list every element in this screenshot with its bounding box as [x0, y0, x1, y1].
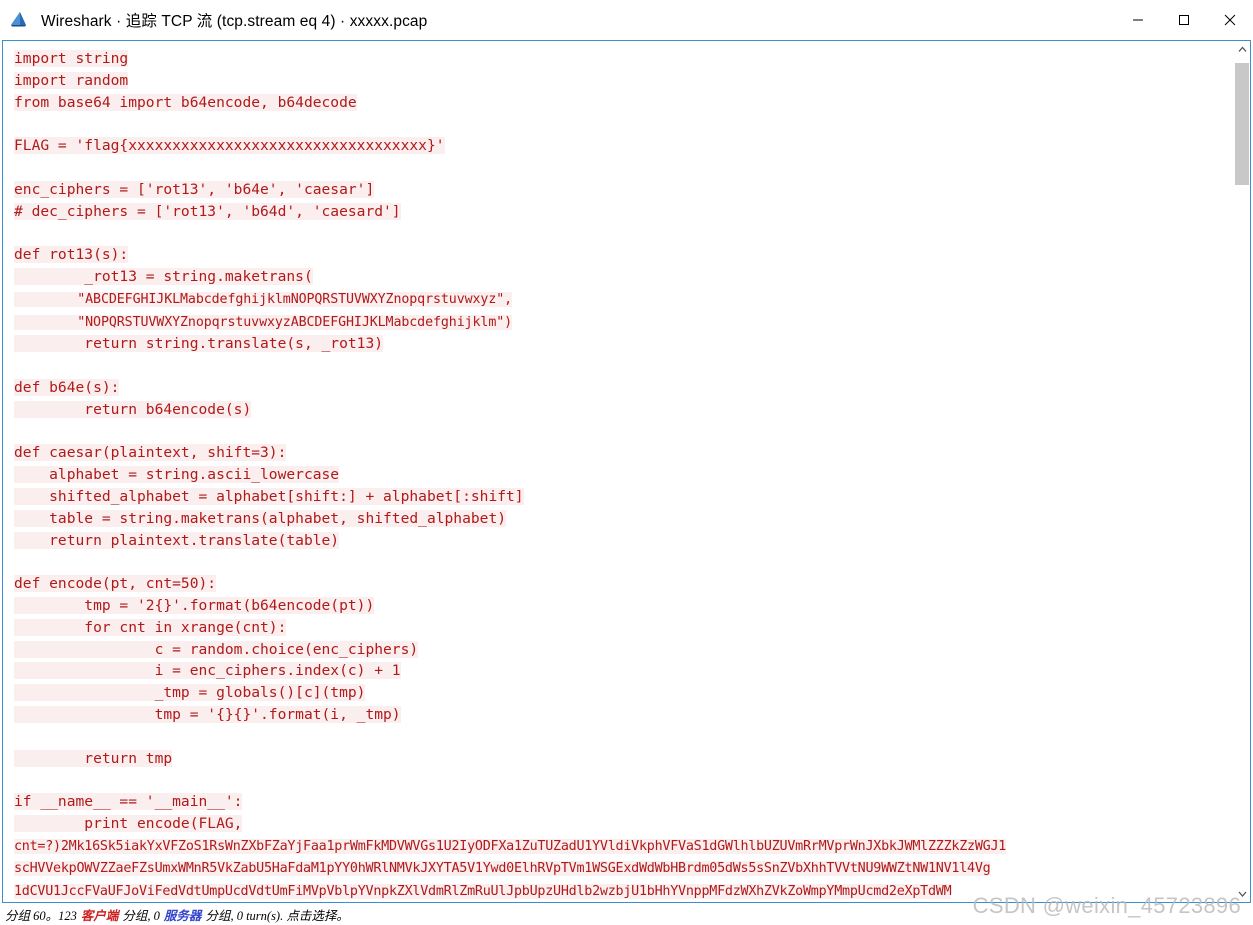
code-line: 1dCVU1JccFVaUFJoViFedVdtUmpUcdVdtUmFiMVp…: [14, 884, 952, 900]
stream-code-text[interactable]: import string import random from base64 …: [14, 48, 1233, 902]
code-line: def b64e(s):: [14, 378, 120, 396]
code-line: return tmp: [14, 749, 173, 767]
code-line: return b64encode(s): [14, 400, 252, 418]
wireshark-logo-icon: [9, 9, 31, 31]
title-bar: Wireshark · 追踪 TCP 流 (tcp.stream eq 4) ·…: [0, 0, 1253, 40]
code-line: if __name__ == '__main__':: [14, 793, 243, 811]
code-line: cnt=?)2Mk16Sk5iakYxVFZoS1RsWnZXbFZaYjFaa…: [14, 838, 1007, 854]
code-line: def rot13(s):: [14, 246, 129, 264]
code-line: def caesar(plaintext, shift=3):: [14, 444, 287, 462]
code-line: tmp = '{}{}'.format(i, _tmp): [14, 705, 401, 723]
wireshark-follow-stream-window: Wireshark · 追踪 TCP 流 (tcp.stream eq 4) ·…: [0, 0, 1253, 925]
status-client-packets: 分组, 0: [122, 908, 160, 923]
code-line: return string.translate(s, _rot13): [14, 335, 384, 353]
status-client-label: 客户端: [80, 908, 119, 923]
code-line: # dec_ciphers = ['rot13', 'b64d', 'caesa…: [14, 202, 401, 220]
status-server-label: 服务器: [163, 908, 202, 923]
code-line: tmp = '2{}'.format(b64encode(pt)): [14, 596, 375, 614]
minimize-button[interactable]: [1115, 0, 1161, 40]
content-area: import string import random from base64 …: [0, 40, 1253, 903]
scroll-down-arrow-icon[interactable]: [1234, 885, 1251, 902]
scroll-up-arrow-icon[interactable]: [1234, 41, 1251, 58]
code-line: "NOPQRSTUVWXYZnopqrstuvwxyzABCDEFGHIJKLM…: [14, 314, 513, 330]
status-packets-total: 分组 60。123: [5, 908, 77, 923]
stream-text-pane[interactable]: import string import random from base64 …: [2, 40, 1251, 903]
close-button[interactable]: [1207, 0, 1253, 40]
code-line: def encode(pt, cnt=50):: [14, 575, 217, 593]
window-controls: [1115, 0, 1253, 40]
scrollbar-track[interactable]: [1234, 58, 1250, 885]
code-line: "ABCDEFGHIJKLMabcdefghijklmNOPQRSTUVWXYZ…: [14, 291, 513, 307]
code-line: table = string.maketrans(alphabet, shift…: [14, 509, 507, 527]
code-line: FLAG = 'flag{xxxxxxxxxxxxxxxxxxxxxxxxxxx…: [14, 137, 445, 155]
stream-content-scroll[interactable]: import string import random from base64 …: [3, 41, 1233, 902]
code-line: shifted_alphabet = alphabet[shift:] + al…: [14, 487, 524, 505]
scrollbar-thumb[interactable]: [1235, 63, 1249, 185]
vertical-scrollbar[interactable]: [1233, 41, 1250, 902]
maximize-button[interactable]: [1161, 0, 1207, 40]
code-line: c = random.choice(enc_ciphers): [14, 640, 419, 658]
status-turns-text: 分组, 0 turn(s). 点击选择。: [205, 908, 349, 923]
code-line: _rot13 = string.maketrans(: [14, 267, 313, 285]
code-line: from base64 import b64encode, b64decode: [14, 93, 357, 111]
code-line: import random: [14, 71, 129, 89]
window-title: Wireshark · 追踪 TCP 流 (tcp.stream eq 4) ·…: [41, 13, 428, 30]
status-bar: 分组 60。123 客户端 分组, 0 服务器 分组, 0 turn(s). 点…: [0, 903, 1253, 925]
code-line: enc_ciphers = ['rot13', 'b64e', 'caesar'…: [14, 180, 375, 198]
code-line: print encode(FLAG,: [14, 814, 243, 832]
code-line: i = enc_ciphers.index(c) + 1: [14, 662, 401, 680]
code-line: import string: [14, 50, 129, 67]
code-line: return plaintext.translate(table): [14, 531, 340, 549]
code-line: alphabet = string.ascii_lowercase: [14, 466, 340, 484]
code-line: for cnt in xrange(cnt):: [14, 618, 287, 636]
code-line: scHVVekpOWVZZaeFZsUmxWMnR5VkZabU5HaFdaM1…: [14, 861, 991, 877]
code-line: _tmp = globals()[c](tmp): [14, 684, 366, 702]
